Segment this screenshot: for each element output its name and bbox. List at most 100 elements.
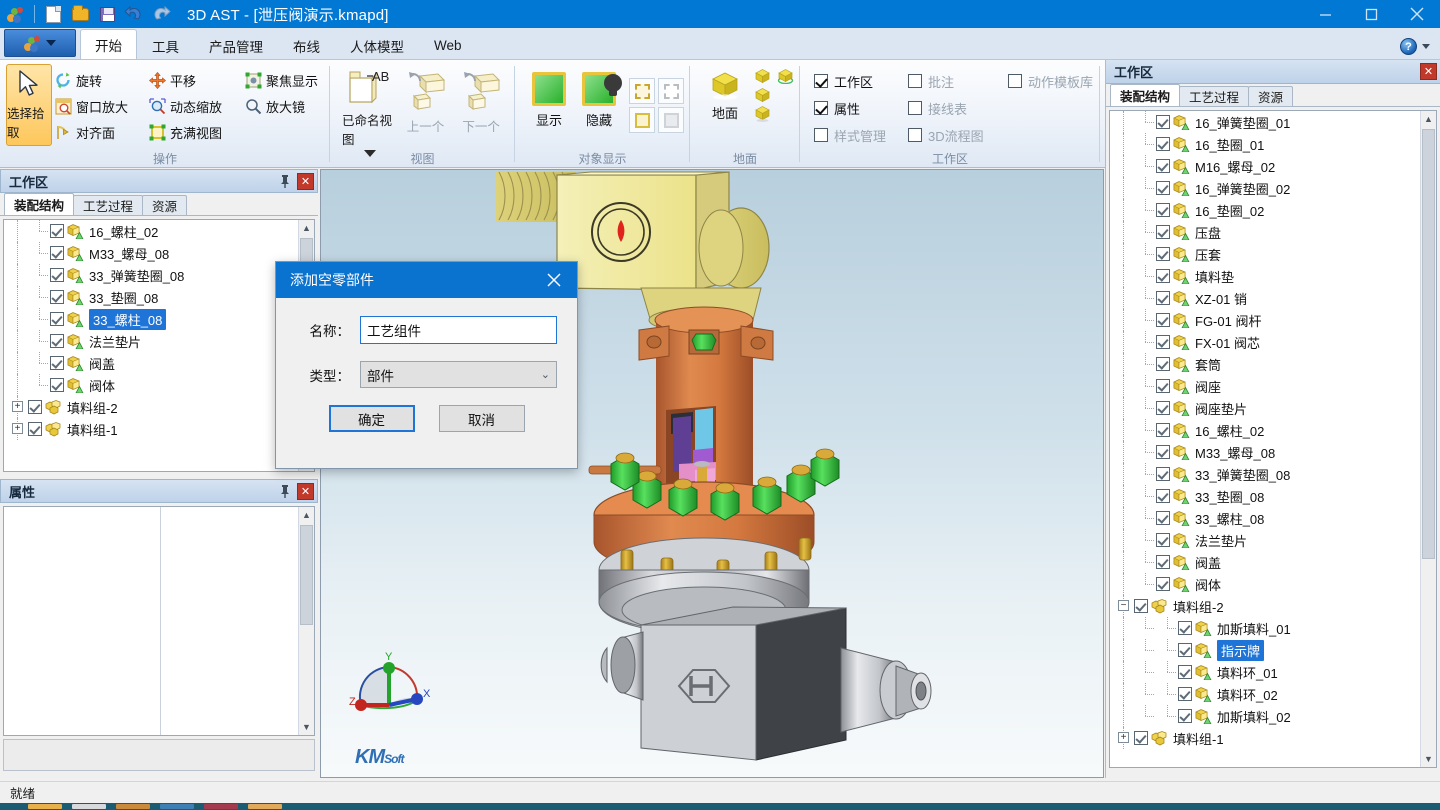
dashed-solid-toggle-icon[interactable]: [629, 78, 655, 104]
tree-item[interactable]: 加斯填料_02: [1110, 705, 1419, 727]
tree-checkbox[interactable]: [1156, 115, 1170, 129]
tree-checkbox[interactable]: [1178, 621, 1192, 635]
ok-button[interactable]: 确定: [329, 405, 415, 432]
tab-web[interactable]: Web: [419, 31, 477, 59]
close-icon[interactable]: ✕: [297, 173, 314, 190]
ground-button[interactable]: 地面: [702, 64, 748, 146]
tree-checkbox[interactable]: [1156, 489, 1170, 503]
tree-checkbox[interactable]: [50, 378, 64, 392]
tree-expander[interactable]: +: [12, 401, 23, 412]
checkbox-annotation[interactable]: 批注: [908, 70, 1004, 92]
tree-item[interactable]: 33_弹簧垫圈_08: [1110, 463, 1419, 485]
tree-item[interactable]: −填料组-2: [1110, 595, 1419, 617]
tab-process[interactable]: 工艺过程: [73, 195, 143, 215]
magnifier-button[interactable]: 放大镜: [242, 94, 311, 118]
tab-process[interactable]: 工艺过程: [1179, 86, 1249, 106]
tab-routing[interactable]: 布线: [278, 31, 335, 59]
tree-item[interactable]: 阀盖: [4, 352, 297, 374]
scroll-thumb[interactable]: [300, 525, 313, 625]
taskbar-item[interactable]: [116, 804, 150, 809]
taskbar-item[interactable]: [204, 804, 238, 809]
tree-item[interactable]: M16_螺母_02: [1110, 155, 1419, 177]
pin-icon[interactable]: [278, 484, 292, 499]
tree-item[interactable]: 33_螺柱_08: [1110, 507, 1419, 529]
tree-item[interactable]: 阀盖: [1110, 551, 1419, 573]
os-taskbar[interactable]: [0, 803, 1440, 810]
tree-checkbox[interactable]: [1156, 357, 1170, 371]
tree-checkbox[interactable]: [1156, 247, 1170, 261]
ground-cube-ring-icon[interactable]: [777, 68, 794, 84]
tree-item[interactable]: 33_弹簧垫圈_08: [4, 264, 297, 286]
tree-item[interactable]: FX-01 阀芯: [1110, 331, 1419, 353]
save-icon[interactable]: [95, 3, 119, 25]
tab-human-model[interactable]: 人体模型: [335, 31, 419, 59]
cancel-button[interactable]: 取消: [439, 405, 525, 432]
focus-display-button[interactable]: 聚焦显示: [242, 68, 324, 92]
scroll-up-icon[interactable]: ▲: [299, 507, 314, 523]
tree-checkbox[interactable]: [1156, 137, 1170, 151]
dashed-empty-toggle-icon[interactable]: [658, 78, 684, 104]
zoom-window-button[interactable]: 窗口放大: [52, 94, 146, 118]
tree-checkbox[interactable]: [1156, 291, 1170, 305]
tree-item[interactable]: 填料垫: [1110, 265, 1419, 287]
properties-scrollbar[interactable]: ▲ ▼: [298, 507, 314, 735]
tree-item[interactable]: 压套: [1110, 243, 1419, 265]
align-face-button[interactable]: 对齐面: [52, 120, 146, 144]
tab-assembly-structure[interactable]: 装配结构: [4, 193, 74, 215]
tab-assembly-structure[interactable]: 装配结构: [1110, 84, 1180, 106]
filled-gray-toggle-icon[interactable]: [658, 107, 684, 133]
tree-expander[interactable]: +: [12, 423, 23, 434]
tree-checkbox[interactable]: [1178, 687, 1192, 701]
scroll-up-icon[interactable]: ▲: [1421, 111, 1436, 127]
properties-grid[interactable]: ▲ ▼: [3, 506, 315, 736]
tree-checkbox[interactable]: [50, 334, 64, 348]
dynamic-zoom-button[interactable]: 动态缩放: [146, 94, 242, 118]
scroll-up-icon[interactable]: ▲: [299, 220, 314, 236]
tree-checkbox[interactable]: [1156, 511, 1170, 525]
previous-view-button[interactable]: 上一个: [398, 64, 454, 146]
tree-item[interactable]: 16_螺柱_02: [1110, 419, 1419, 441]
tree-checkbox[interactable]: [50, 312, 64, 326]
tree-checkbox[interactable]: [1156, 313, 1170, 327]
tree-checkbox[interactable]: [1156, 467, 1170, 481]
open-folder-icon[interactable]: [68, 3, 92, 25]
tree-item[interactable]: 33_螺柱_08: [4, 308, 297, 330]
scroll-down-icon[interactable]: ▼: [299, 719, 314, 735]
taskbar-item[interactable]: [28, 804, 62, 809]
tree-checkbox[interactable]: [28, 422, 42, 436]
tree-item[interactable]: 16_垫圈_02: [1110, 199, 1419, 221]
minimize-button[interactable]: [1302, 0, 1348, 28]
tree-scrollbar[interactable]: ▲ ▼: [1420, 111, 1436, 767]
assembly-tree[interactable]: 16_螺柱_02M33_螺母_0833_弹簧垫圈_0833_垫圈_0833_螺柱…: [3, 219, 315, 472]
ground-cube-shadow-icon[interactable]: [754, 106, 771, 122]
tree-item[interactable]: 填料环_02: [1110, 683, 1419, 705]
tree-checkbox[interactable]: [1134, 599, 1148, 613]
tree-item[interactable]: 填料环_01: [1110, 661, 1419, 683]
tab-product-management[interactable]: 产品管理: [194, 31, 278, 59]
fit-view-button[interactable]: 充满视图: [146, 120, 228, 144]
application-menu-button[interactable]: [4, 29, 76, 57]
checkbox-3d-flowchart[interactable]: 3D流程图: [908, 124, 1004, 146]
tree-item[interactable]: M33_螺母_08: [1110, 441, 1419, 463]
tree-item[interactable]: 16_弹簧垫圈_01: [1110, 111, 1419, 133]
redo-icon[interactable]: [149, 3, 173, 25]
tree-item[interactable]: 33_垫圈_08: [1110, 485, 1419, 507]
tree-item[interactable]: 阀体: [1110, 573, 1419, 595]
tree-item[interactable]: 套筒: [1110, 353, 1419, 375]
tree-checkbox[interactable]: [1156, 203, 1170, 217]
ground-cube-mid-icon[interactable]: [754, 87, 771, 103]
close-icon[interactable]: ✕: [297, 483, 314, 500]
tree-item[interactable]: +填料组-1: [1110, 727, 1419, 749]
close-icon[interactable]: [539, 265, 569, 295]
tab-tools[interactable]: 工具: [137, 31, 194, 59]
new-document-icon[interactable]: [41, 3, 65, 25]
close-icon[interactable]: ✕: [1420, 63, 1437, 80]
tree-expander[interactable]: +: [1118, 732, 1129, 743]
tree-item[interactable]: 阀体: [4, 374, 297, 396]
tree-checkbox[interactable]: [28, 400, 42, 414]
tree-checkbox[interactable]: [1156, 555, 1170, 569]
tab-resources[interactable]: 资源: [142, 195, 187, 215]
tree-checkbox[interactable]: [1156, 269, 1170, 283]
tree-checkbox[interactable]: [1156, 445, 1170, 459]
named-view-button[interactable]: AB 已命名视图: [342, 64, 398, 146]
